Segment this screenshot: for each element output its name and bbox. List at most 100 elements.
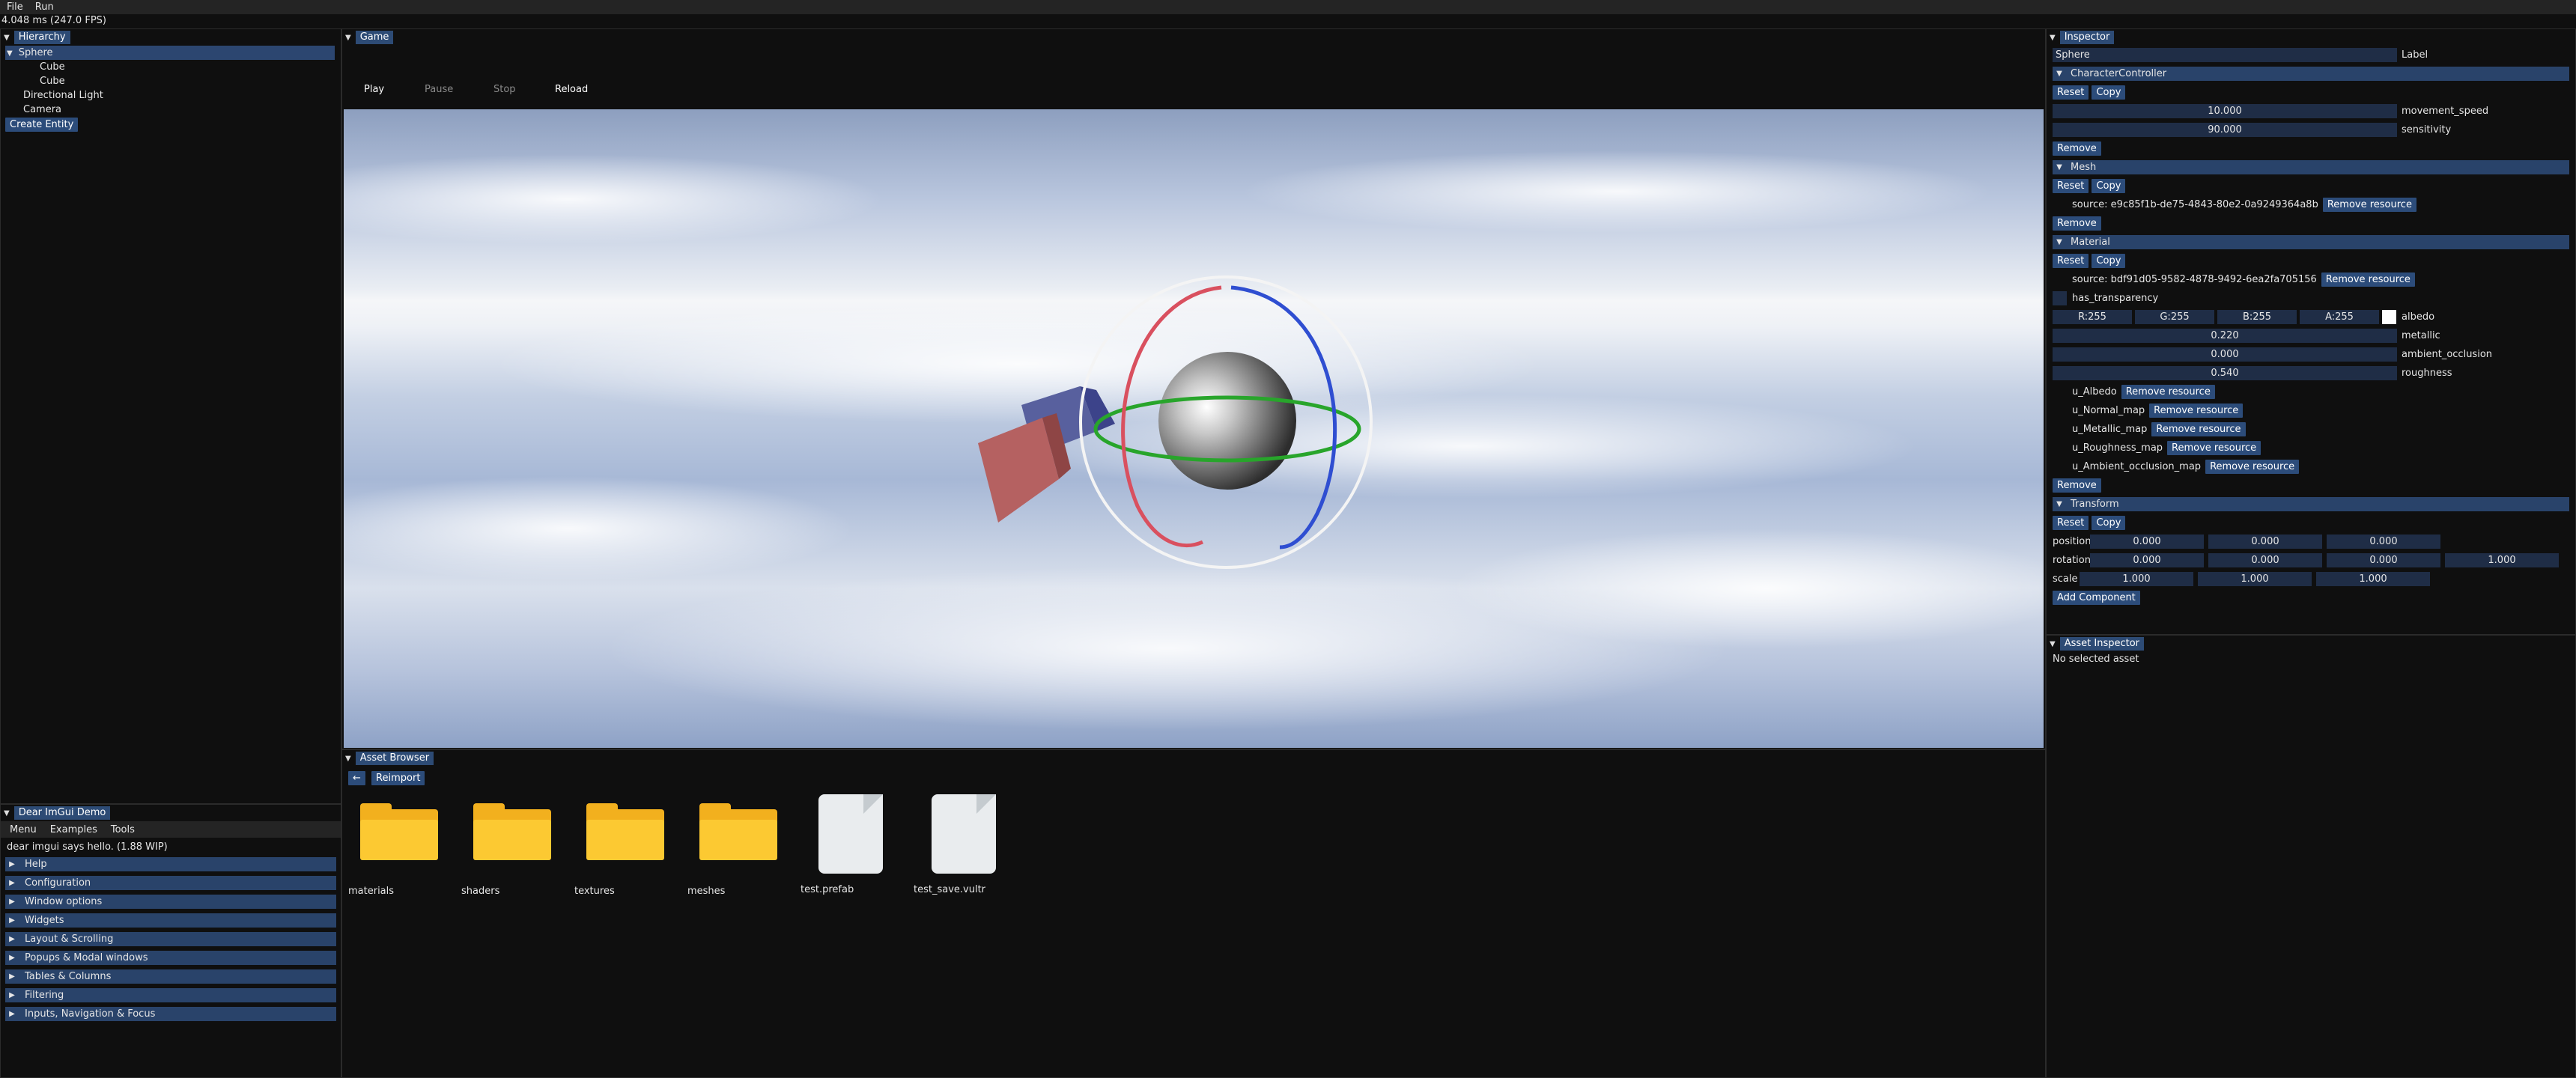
component-header-charactercontroller[interactable]: ▼ CharacterController	[2053, 67, 2569, 81]
reset-button[interactable]: Reset	[2053, 254, 2089, 268]
demo-section-tables[interactable]: ▶ Tables & Columns	[5, 969, 336, 984]
remove-resource-button[interactable]: Remove resource	[2121, 385, 2215, 399]
albedo-a-input[interactable]: A:255	[2300, 310, 2379, 324]
copy-button[interactable]: Copy	[2092, 179, 2126, 193]
stop-button[interactable]: Stop	[493, 84, 516, 95]
game-viewport[interactable]	[344, 109, 2044, 748]
position-x-input[interactable]: 0.000	[2090, 535, 2204, 549]
albedo-b-input[interactable]: B:255	[2217, 310, 2297, 324]
ambient-occlusion-input[interactable]: 0.000	[2053, 347, 2397, 362]
window-menu-icon[interactable]: ▼	[345, 755, 351, 763]
reset-button[interactable]: Reset	[2053, 85, 2089, 100]
remove-component-button[interactable]: Remove	[2053, 141, 2101, 156]
asset-item-test-prefab[interactable]: test.prefab	[801, 794, 905, 895]
remove-resource-button[interactable]: Remove resource	[2167, 441, 2261, 455]
component-header-material[interactable]: ▼ Material	[2053, 235, 2569, 249]
hierarchy-tab[interactable]: Hierarchy	[13, 31, 70, 44]
window-menu-icon[interactable]: ▼	[345, 34, 351, 42]
copy-button[interactable]: Copy	[2092, 516, 2126, 530]
scale-x-input[interactable]: 1.000	[2080, 572, 2193, 586]
metallic-input[interactable]: 0.220	[2053, 329, 2397, 343]
reset-button[interactable]: Reset	[2053, 516, 2089, 530]
position-y-input[interactable]: 0.000	[2208, 535, 2322, 549]
rotation-w-input[interactable]: 1.000	[2445, 553, 2559, 567]
asset-browser-tab[interactable]: Asset Browser	[355, 752, 434, 765]
remove-component-button[interactable]: Remove	[2053, 478, 2101, 493]
demo-section-popups[interactable]: ▶ Popups & Modal windows	[5, 951, 336, 965]
tree-expand-icon[interactable]: ▼	[7, 49, 13, 58]
demo-menu-menu[interactable]: Menu	[1, 824, 43, 835]
movement-speed-input[interactable]: 10.000	[2053, 104, 2397, 118]
window-menu-icon[interactable]: ▼	[4, 34, 10, 42]
hierarchy-item-sphere[interactable]: ▼ Sphere	[5, 46, 335, 60]
albedo-color-swatch[interactable]	[2382, 310, 2396, 324]
demo-section-layout[interactable]: ▶ Layout & Scrolling	[5, 932, 336, 946]
scale-z-input[interactable]: 1.000	[2316, 572, 2430, 586]
demo-section-configuration[interactable]: ▶ Configuration	[5, 876, 336, 890]
folder-icon	[473, 803, 551, 860]
asset-item-textures[interactable]: textures	[574, 803, 679, 897]
rotation-y-input[interactable]: 0.000	[2208, 553, 2322, 567]
inspector-tab[interactable]: Inspector	[2059, 31, 2115, 44]
pause-button[interactable]: Pause	[425, 84, 453, 95]
menu-bar: File Run	[0, 0, 2576, 14]
copy-button[interactable]: Copy	[2092, 254, 2126, 268]
chevron-right-icon: ▶	[9, 916, 15, 925]
remove-resource-button[interactable]: Remove resource	[2151, 422, 2246, 436]
has-transparency-checkbox[interactable]	[2053, 291, 2067, 305]
hierarchy-item-directional-light[interactable]: Directional Light	[5, 88, 336, 103]
back-arrow-icon[interactable]: ←	[348, 771, 365, 785]
asset-browser-panel: ▼ Asset Browser ← Reimport materials sha…	[341, 749, 2046, 1078]
create-entity-button[interactable]: Create Entity	[5, 118, 79, 132]
window-menu-icon[interactable]: ▼	[4, 809, 10, 817]
hierarchy-item-cube[interactable]: Cube	[5, 74, 336, 88]
menu-run[interactable]: Run	[28, 1, 59, 13]
menu-file[interactable]: File	[0, 1, 28, 13]
asset-item-meshes[interactable]: meshes	[687, 803, 792, 897]
demo-section-widgets[interactable]: ▶ Widgets	[5, 913, 336, 928]
roughness-input[interactable]: 0.540	[2053, 366, 2397, 380]
demo-section-inputs[interactable]: ▶ Inputs, Navigation & Focus	[5, 1007, 336, 1021]
asset-item-test-save[interactable]: test_save.vultr	[914, 794, 1018, 895]
reset-button[interactable]: Reset	[2053, 179, 2089, 193]
scale-y-input[interactable]: 1.000	[2198, 572, 2312, 586]
remove-resource-button[interactable]: Remove resource	[2205, 460, 2300, 474]
ambient-occlusion-label: ambient_occlusion	[2402, 349, 2493, 360]
albedo-r-input[interactable]: R:255	[2053, 310, 2132, 324]
roughness-label: roughness	[2402, 368, 2452, 379]
asset-inspector-tab[interactable]: Asset Inspector	[2059, 637, 2145, 651]
hierarchy-item-camera[interactable]: Camera	[5, 103, 336, 117]
demo-tab[interactable]: Dear ImGui Demo	[13, 806, 111, 820]
asset-item-materials[interactable]: materials	[348, 803, 453, 897]
add-component-button[interactable]: Add Component	[2053, 591, 2140, 605]
reimport-button[interactable]: Reimport	[371, 771, 425, 785]
demo-section-window-options[interactable]: ▶ Window options	[5, 895, 336, 909]
component-header-mesh[interactable]: ▼ Mesh	[2053, 160, 2569, 174]
sensitivity-input[interactable]: 90.000	[2053, 123, 2397, 137]
component-header-transform[interactable]: ▼ Transform	[2053, 497, 2569, 511]
albedo-g-input[interactable]: G:255	[2135, 310, 2214, 324]
demo-menu-examples[interactable]: Examples	[43, 824, 104, 835]
copy-button[interactable]: Copy	[2092, 85, 2126, 100]
reload-button[interactable]: Reload	[555, 84, 588, 95]
remove-resource-button[interactable]: Remove resource	[2322, 198, 2416, 212]
play-button[interactable]: Play	[364, 84, 384, 95]
asset-item-shaders[interactable]: shaders	[461, 803, 566, 897]
demo-section-help[interactable]: ▶ Help	[5, 857, 336, 871]
rotation-z-input[interactable]: 0.000	[2327, 553, 2440, 567]
game-tab[interactable]: Game	[355, 31, 394, 44]
position-z-input[interactable]: 0.000	[2327, 535, 2440, 549]
window-menu-icon[interactable]: ▼	[2050, 640, 2056, 648]
movement-speed-row: 10.000 movement_speed	[2053, 104, 2569, 118]
entity-name-input[interactable]: Sphere	[2053, 48, 2397, 62]
hierarchy-item-cube[interactable]: Cube	[5, 60, 336, 74]
remove-component-button[interactable]: Remove	[2053, 216, 2101, 231]
rotation-x-input[interactable]: 0.000	[2090, 553, 2204, 567]
demo-menu-tools[interactable]: Tools	[104, 824, 142, 835]
window-menu-icon[interactable]: ▼	[2050, 34, 2056, 42]
demo-section-filtering[interactable]: ▶ Filtering	[5, 988, 336, 1002]
remove-resource-button[interactable]: Remove resource	[2321, 272, 2415, 287]
remove-resource-button[interactable]: Remove resource	[2149, 404, 2244, 418]
demo-sections: ▶ Help ▶ Configuration ▶ Window options ▶ Wi…	[1, 857, 341, 1021]
metallic-label: metallic	[2402, 330, 2440, 341]
